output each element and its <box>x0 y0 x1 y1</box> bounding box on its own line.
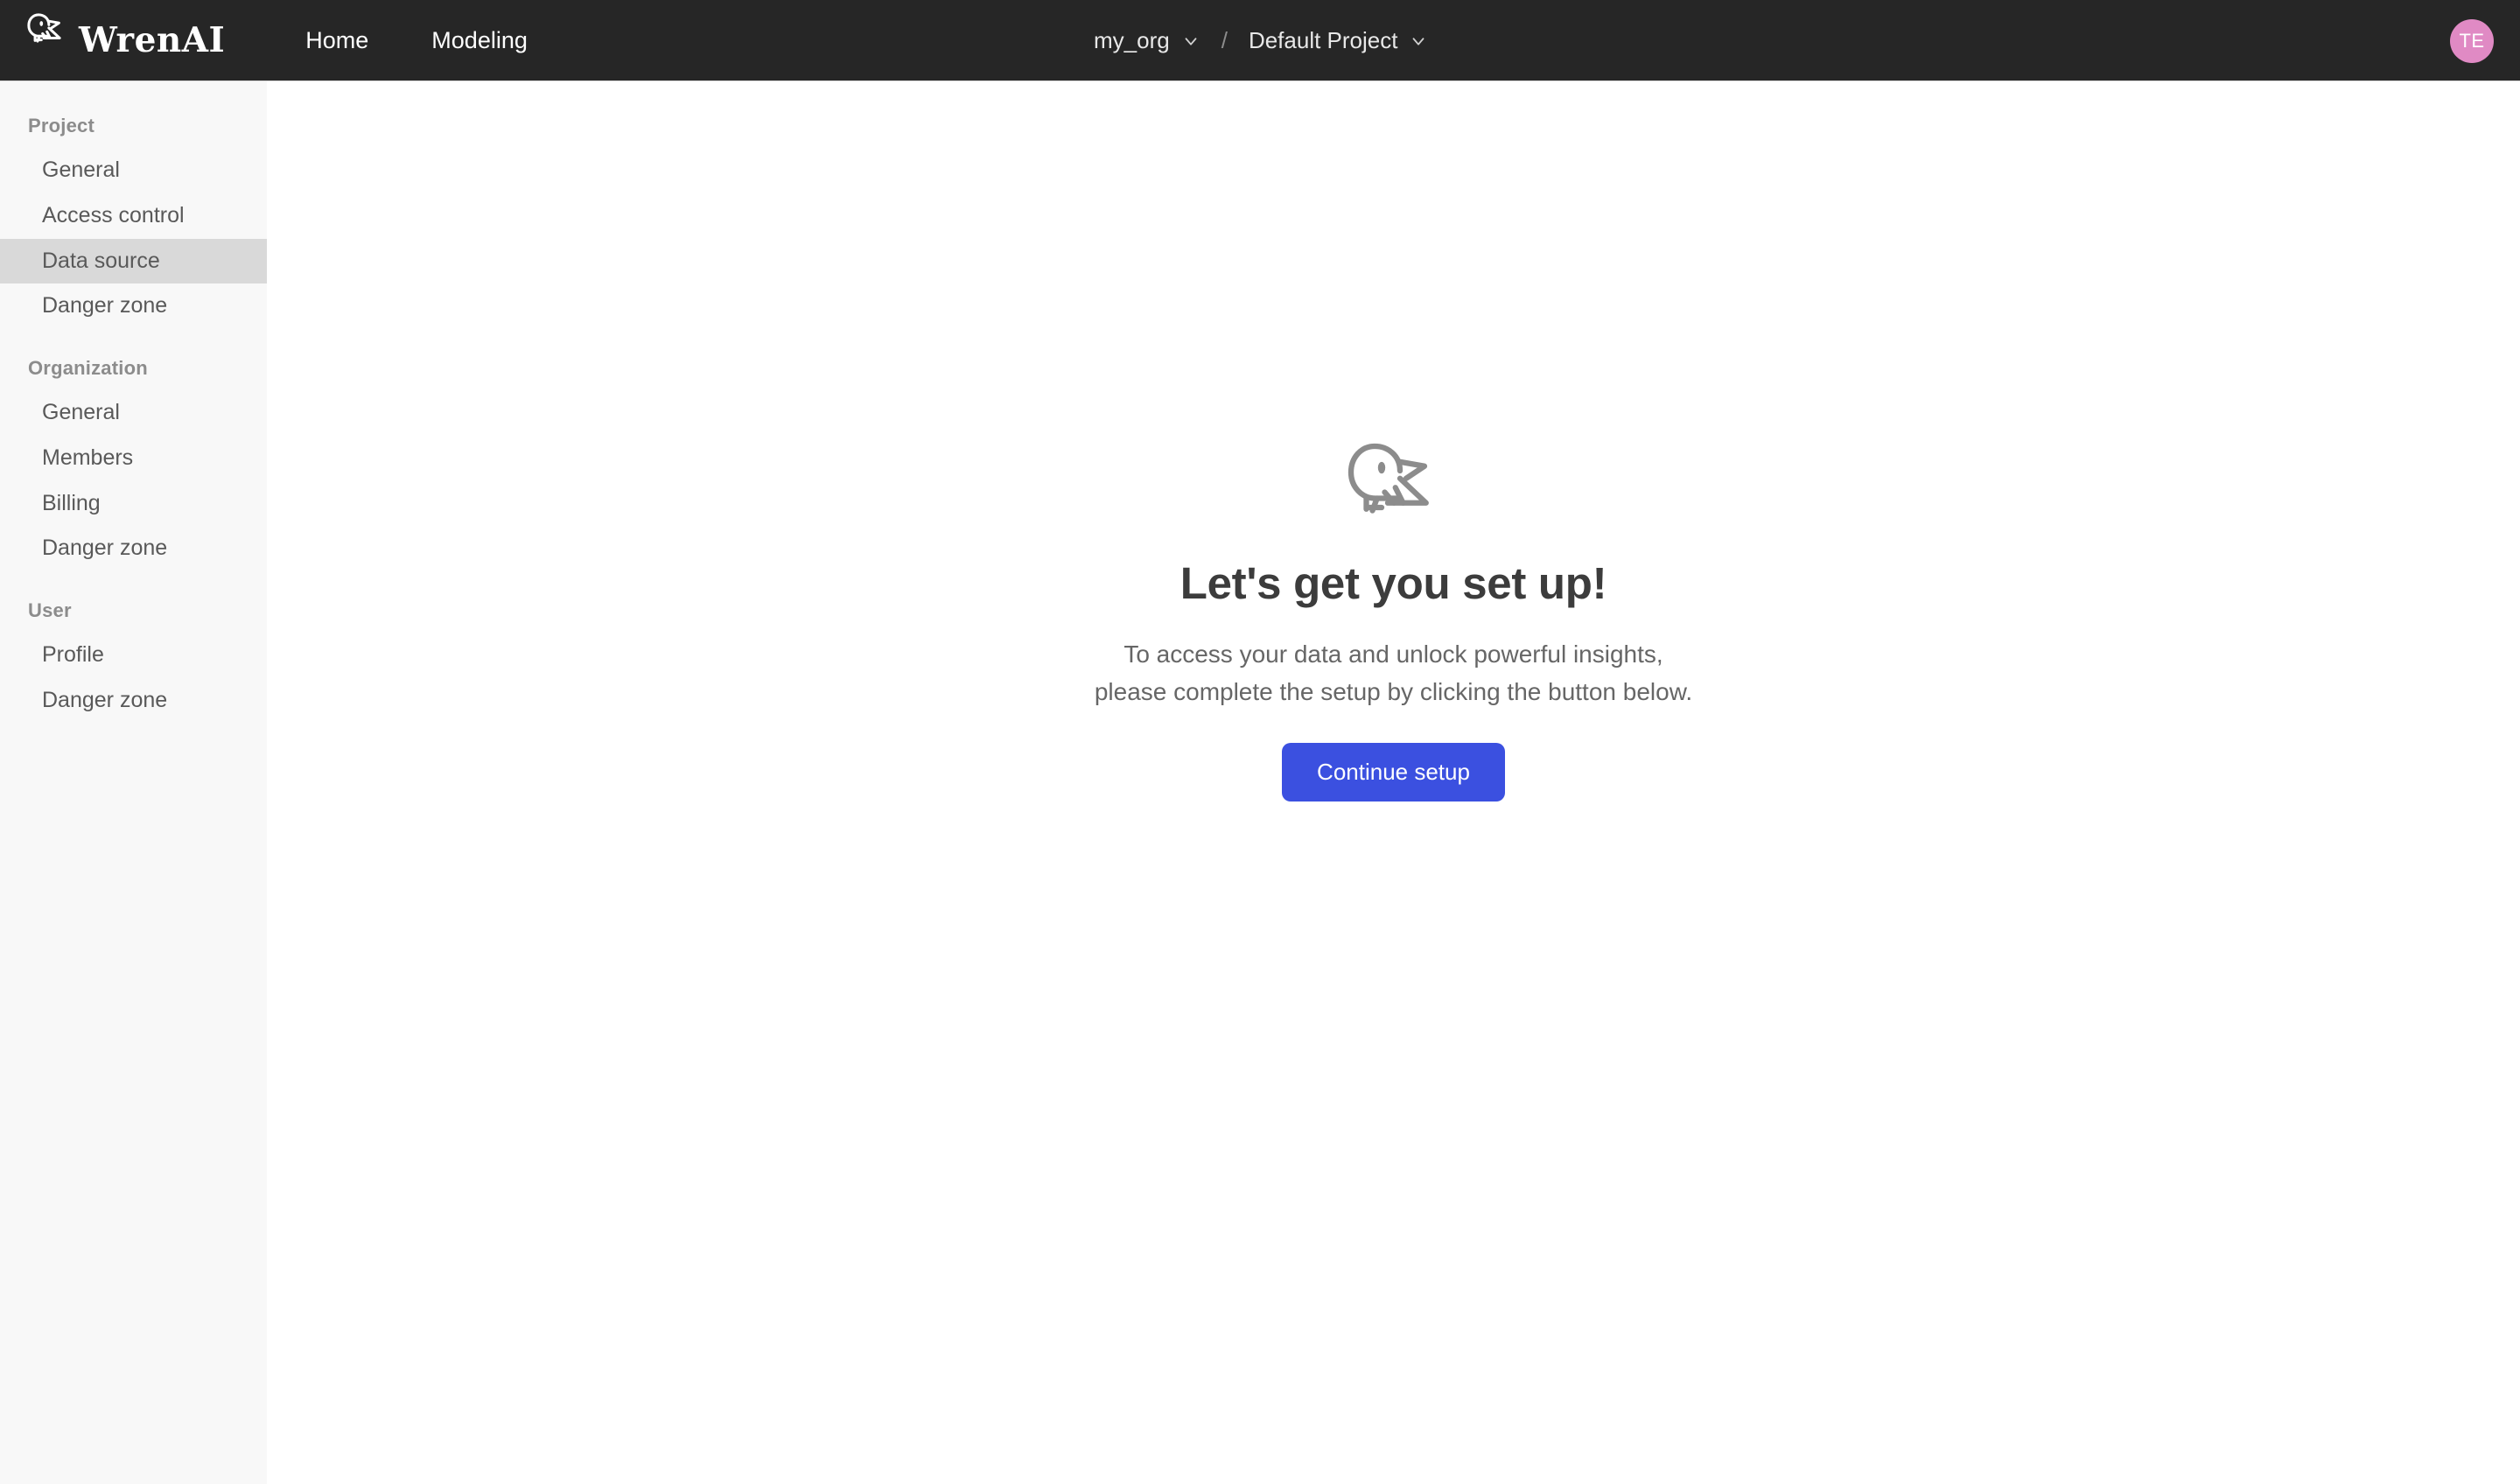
avatar[interactable]: TE <box>2450 19 2494 63</box>
sidebar-item-org-general[interactable]: General <box>0 390 267 436</box>
sidebar-group-user: User Profile Danger zone <box>0 591 267 724</box>
main-nav: Home Modeling <box>274 0 559 80</box>
chevron-down-icon <box>1409 32 1428 51</box>
setup-description-line-2: please complete the setup by clicking th… <box>1094 678 1693 706</box>
sidebar-item-user-danger-zone[interactable]: Danger zone <box>0 678 267 724</box>
sidebar-item-members[interactable]: Members <box>0 436 267 481</box>
brand-name: WrenAI <box>79 19 226 60</box>
wren-bird-outline-icon <box>1345 440 1443 538</box>
sidebar-group-organization: Organization General Members Billing Dan… <box>0 348 267 571</box>
setup-description-line-1: To access your data and unlock powerful … <box>1124 640 1663 668</box>
page-title: Let's get you set up! <box>1180 558 1607 608</box>
setup-empty-state: Let's get you set up! To access your dat… <box>267 440 2520 802</box>
project-selector[interactable]: Default Project <box>1240 20 1438 61</box>
org-name: my_org <box>1094 27 1170 53</box>
context-separator: / <box>1221 27 1228 53</box>
sidebar-group-project: Project General Access control Data sour… <box>0 106 267 329</box>
sidebar-item-access-control[interactable]: Access control <box>0 193 267 239</box>
setup-description: To access your data and unlock powerful … <box>1095 635 1692 711</box>
org-selector[interactable]: my_org <box>1085 20 1209 61</box>
sidebar-item-data-source[interactable]: Data source <box>0 238 267 284</box>
sidebar-item-profile[interactable]: Profile <box>0 633 267 678</box>
main-content: Let's get you set up! To access your dat… <box>267 81 2520 1484</box>
top-header: WrenAI Home Modeling my_org / Default Pr… <box>0 0 2520 81</box>
project-name: Default Project <box>1248 27 1398 53</box>
wren-bird-logo-icon <box>26 13 66 58</box>
brand[interactable]: WrenAI <box>26 0 225 80</box>
sidebar-item-project-danger-zone[interactable]: Danger zone <box>0 284 267 329</box>
sidebar-item-project-general[interactable]: General <box>0 148 267 193</box>
sidebar-item-billing[interactable]: Billing <box>0 481 267 527</box>
nav-home[interactable]: Home <box>274 0 400 81</box>
sidebar-group-title: Organization <box>28 357 148 379</box>
chevron-down-icon <box>1181 32 1200 51</box>
nav-modeling[interactable]: Modeling <box>400 0 559 81</box>
sidebar-group-title: User <box>28 599 72 621</box>
settings-sidebar: Project General Access control Data sour… <box>0 81 267 1484</box>
sidebar-item-org-danger-zone[interactable]: Danger zone <box>0 526 267 571</box>
continue-setup-button[interactable]: Continue setup <box>1282 742 1505 802</box>
sidebar-group-title: Project <box>28 115 94 136</box>
context-switcher: my_org / Default Project <box>1085 0 1437 81</box>
